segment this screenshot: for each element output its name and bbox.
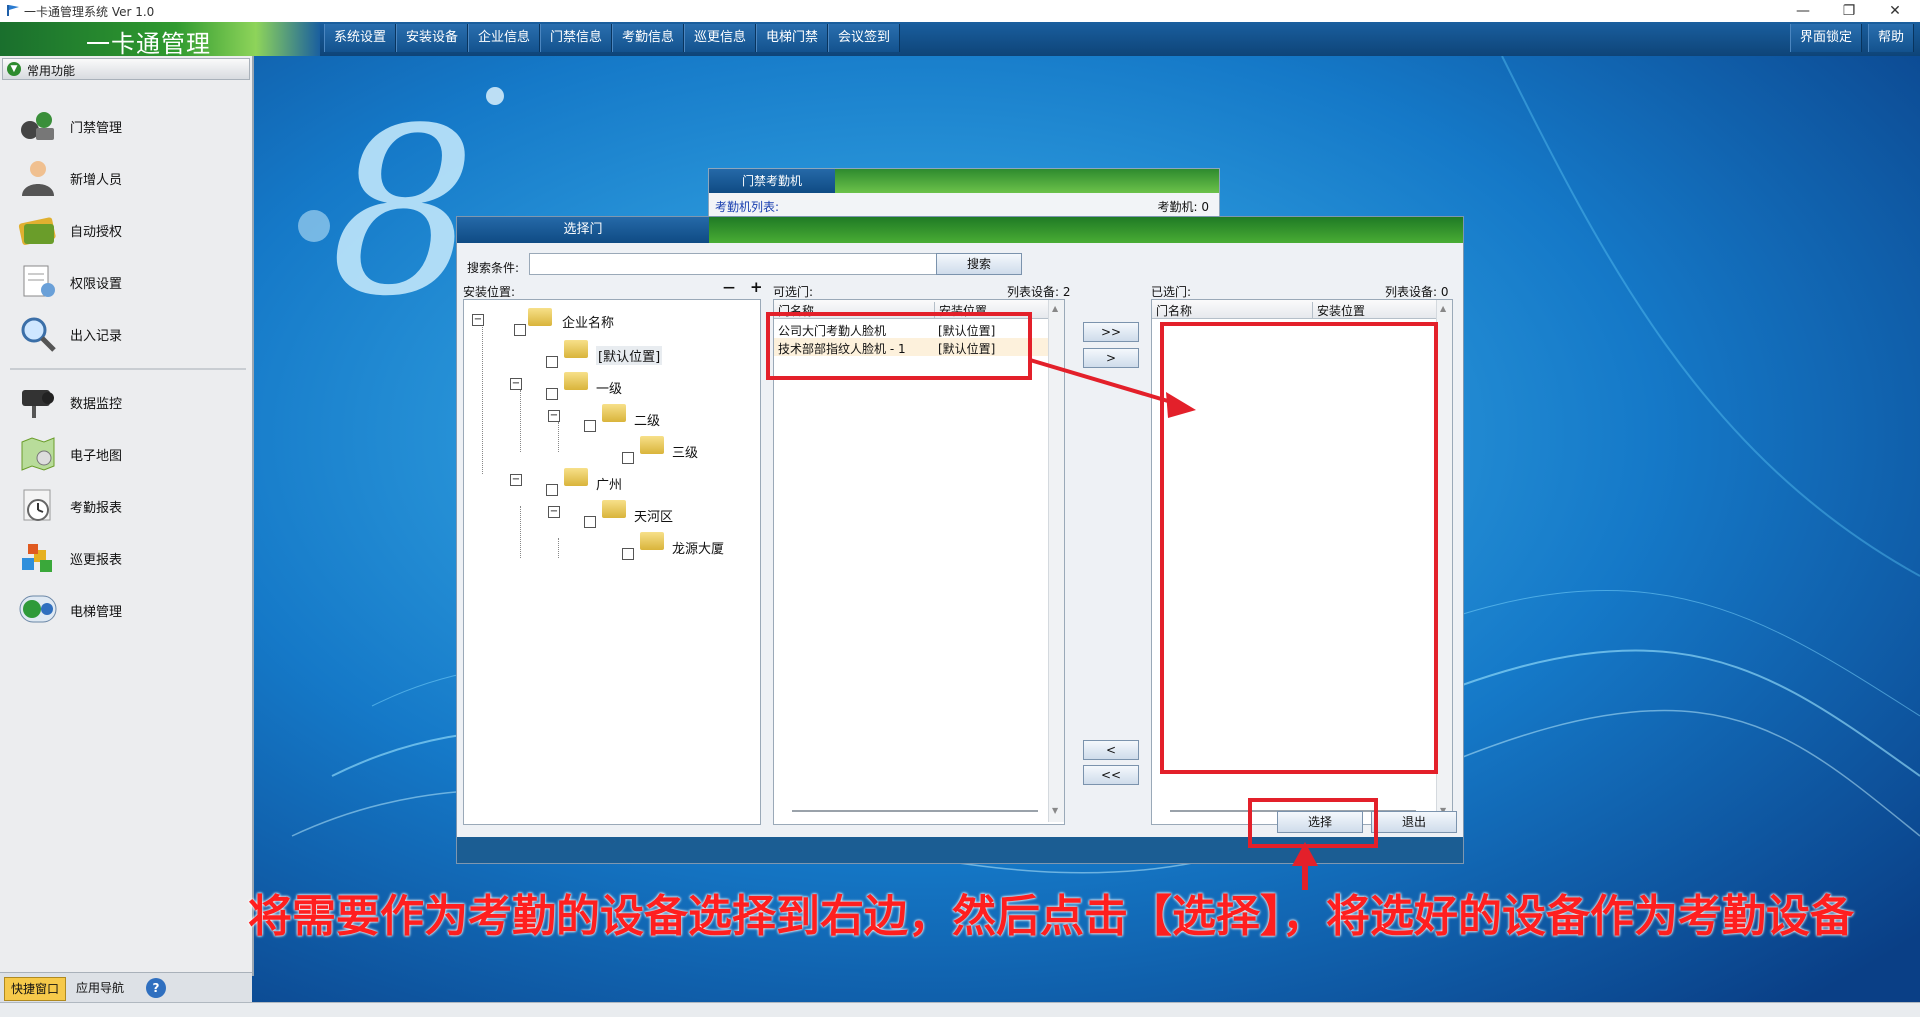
status-bar bbox=[0, 1002, 1920, 1017]
arrowhead-up-icon bbox=[1292, 842, 1318, 866]
arrow-to-right-list bbox=[1029, 358, 1179, 406]
arrowhead-icon bbox=[1166, 392, 1196, 418]
annotation-arrows bbox=[1029, 358, 1318, 890]
instruction-caption: 将需要作为考勤的设备选择到右边，然后点击【选择】，将选好的设备作为考勤设备 bbox=[248, 891, 1854, 942]
